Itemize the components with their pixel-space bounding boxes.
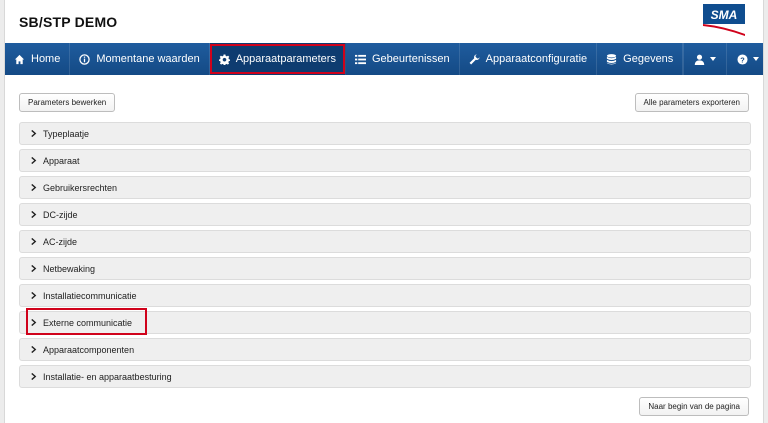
help-icon: ? (737, 53, 748, 65)
chevron-right-icon (31, 130, 37, 137)
panel-label: Apparaat (43, 155, 80, 166)
nav-apparaatparameters[interactable]: Apparaatparameters (209, 43, 346, 75)
nav-home[interactable]: Home (5, 43, 71, 75)
panel-label: Typeplaatje (43, 128, 90, 139)
user-menu[interactable] (683, 43, 726, 75)
chevron-right-icon (31, 238, 37, 245)
sma-logo: SMA (703, 4, 745, 36)
chevron-right-icon (31, 157, 37, 164)
panel-dc-zijde[interactable]: DC-zijde (19, 203, 751, 226)
panel-gebruikersrechten[interactable]: Gebruikersrechten (19, 176, 751, 199)
panel-label: Installatiecommunicatie (43, 290, 137, 301)
page-title: SB/STP DEMO (19, 14, 118, 30)
panel-label: DC-zijde (43, 209, 78, 220)
nav-home-label: Home (31, 53, 61, 65)
help-menu[interactable]: ? (726, 43, 768, 75)
nav-apparaatparameters-label: Apparaatparameters (235, 53, 336, 65)
nav-momentane-waarden[interactable]: Momentane waarden (70, 43, 210, 75)
edit-parameters-button[interactable]: Parameters bewerken (19, 93, 116, 112)
parameter-groups: Typeplaatje Apparaat Gebruikersrechten D… (19, 122, 751, 392)
panel-label: AC-zijde (43, 236, 78, 247)
chevron-right-icon (31, 292, 37, 299)
main-navbar: Home Momentane waarden Apparaatparameter… (5, 43, 763, 75)
chevron-right-icon (31, 184, 37, 191)
panel-externe-communicatie[interactable]: Externe communicatie (19, 308, 751, 335)
chevron-right-icon (31, 211, 37, 218)
panel-ac-zijde[interactable]: AC-zijde (19, 230, 751, 253)
nav-apparaatconfiguratie-label: Apparaatconfiguratie (485, 53, 588, 65)
list-icon (354, 54, 366, 64)
database-icon (607, 53, 617, 64)
panel-installatiecommunicatie[interactable]: Installatiecommunicatie (19, 284, 751, 307)
panel-label: Netbewaking (43, 263, 96, 274)
gear-icon (218, 53, 230, 65)
info-icon (79, 53, 91, 65)
nav-right-group: ? (683, 43, 768, 75)
chevron-right-icon (31, 373, 37, 380)
logo-text: SMA (711, 8, 738, 22)
panel-apparaat[interactable]: Apparaat (19, 149, 751, 172)
svg-text:?: ? (741, 55, 746, 64)
panel-installatie-apparaatbesturing[interactable]: Installatie- en apparaatbesturing (19, 365, 751, 388)
nav-momentane-waarden-label: Momentane waarden (96, 53, 200, 65)
panel-netbewaking[interactable]: Netbewaking (19, 257, 751, 280)
page: SB/STP DEMO SMA Home Momentane waarden A… (4, 0, 764, 423)
chevron-down-icon (710, 57, 717, 61)
nav-gebeurtenissen-label: Gebeurtenissen (371, 53, 450, 65)
home-icon (14, 54, 25, 64)
panel-typeplaatje[interactable]: Typeplaatje (19, 122, 751, 145)
chevron-right-icon (31, 346, 37, 353)
back-to-top-button[interactable]: Naar begin van de pagina (639, 397, 749, 416)
nav-apparaatconfiguratie[interactable]: Apparaatconfiguratie (460, 43, 598, 75)
user-icon (695, 54, 705, 65)
panel-apparaatcomponenten[interactable]: Apparaatcomponenten (19, 338, 751, 361)
nav-gegevens-label: Gegevens (623, 53, 674, 65)
chevron-down-icon (753, 57, 760, 61)
wrench-icon (469, 53, 480, 64)
nav-gebeurtenissen[interactable]: Gebeurtenissen (346, 43, 460, 75)
nav-gegevens[interactable]: Gegevens (597, 43, 684, 75)
export-parameters-button[interactable]: Alle parameters exporteren (634, 93, 749, 112)
chevron-right-icon (31, 265, 37, 272)
panel-label: Installatie- en apparaatbesturing (43, 371, 172, 382)
panel-label: Gebruikersrechten (43, 182, 118, 193)
panel-label: Apparaatcomponenten (43, 344, 135, 355)
highlight-box (26, 308, 147, 335)
